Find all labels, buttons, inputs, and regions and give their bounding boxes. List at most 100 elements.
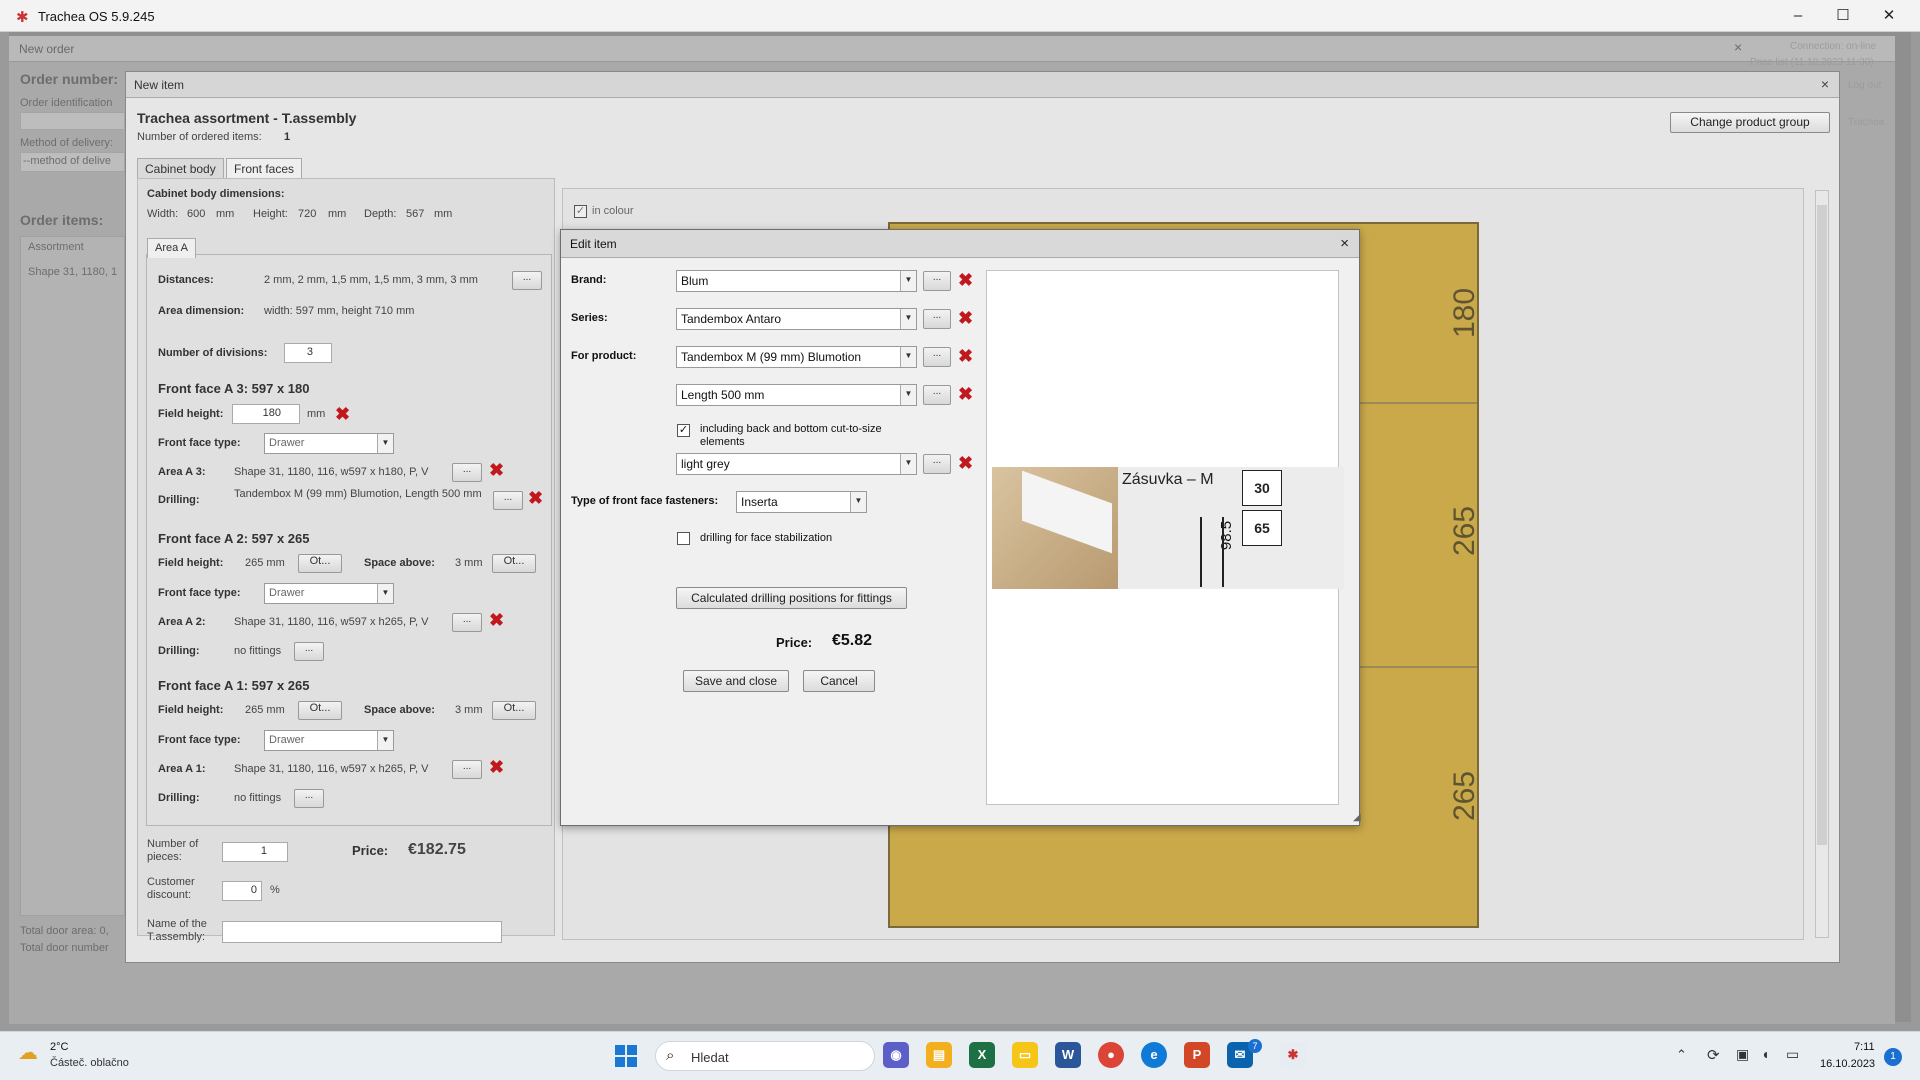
a3-type-select[interactable]: Drawer ▼ bbox=[264, 433, 394, 454]
chrome-icon[interactable]: ● bbox=[1098, 1042, 1124, 1068]
colour-browse-button[interactable]: ... bbox=[923, 454, 951, 474]
network-icon[interactable]: ▣ bbox=[1736, 1046, 1749, 1063]
depth-value: 567 bbox=[406, 208, 425, 220]
powerpoint-icon[interactable]: P bbox=[1184, 1042, 1210, 1068]
file-manager-icon[interactable]: ▤ bbox=[926, 1042, 952, 1068]
brand-browse-button[interactable]: ... bbox=[923, 271, 951, 291]
series-clear-icon[interactable]: ✖ bbox=[958, 309, 973, 327]
minimize-button[interactable]: – bbox=[1775, 4, 1821, 28]
chevron-down-icon: ▼ bbox=[900, 271, 916, 291]
a3-drilling-edit-button[interactable]: ... bbox=[493, 491, 523, 510]
divisions-stepper[interactable]: 3 bbox=[284, 343, 332, 363]
a3-drilling-delete-icon[interactable]: ✖ bbox=[528, 489, 543, 507]
area-dimension-label: Area dimension: bbox=[158, 305, 245, 317]
edit-item-close-icon[interactable]: × bbox=[1340, 235, 1349, 252]
order-item-row[interactable]: Shape 31, 1180, 1 bbox=[28, 266, 117, 278]
product-select[interactable]: Tandembox M (99 mm) Blumotion ▼ bbox=[676, 346, 917, 368]
a2-area-delete-icon[interactable]: ✖ bbox=[489, 611, 504, 629]
length-browse-button[interactable]: ... bbox=[923, 385, 951, 405]
a1-space-options-button[interactable]: Ot... bbox=[492, 701, 536, 720]
new-order-close-icon[interactable]: × bbox=[1734, 39, 1742, 55]
distances-edit-button[interactable]: ... bbox=[512, 271, 542, 290]
chevron-down-icon: ▼ bbox=[900, 347, 916, 367]
including-back-checkbox[interactable]: ✓ bbox=[677, 424, 690, 437]
sync-icon[interactable]: ⟳ bbox=[1707, 1046, 1720, 1064]
close-window-button[interactable]: ✕ bbox=[1866, 4, 1912, 28]
word-icon[interactable]: W bbox=[1055, 1042, 1081, 1068]
fasteners-select[interactable]: Inserta ▼ bbox=[736, 491, 867, 513]
a1-height-options-button[interactable]: Ot... bbox=[298, 701, 342, 720]
weather-icon[interactable]: ☁ bbox=[18, 1040, 38, 1065]
new-item-close-icon[interactable]: × bbox=[1821, 76, 1829, 92]
tab-front-faces[interactable]: Front faces bbox=[226, 158, 303, 178]
chevron-down-icon: ▼ bbox=[900, 454, 916, 474]
resize-grip-icon[interactable]: ◢ bbox=[1353, 812, 1361, 823]
colour-clear-icon[interactable]: ✖ bbox=[958, 454, 973, 472]
notification-badge[interactable]: 1 bbox=[1884, 1048, 1902, 1066]
stabilization-checkbox[interactable] bbox=[677, 532, 690, 545]
method-delivery-select[interactable]: --method of delive bbox=[20, 152, 125, 172]
maximize-button[interactable]: ☐ bbox=[1820, 4, 1866, 28]
assembly-name-input[interactable] bbox=[222, 921, 502, 943]
a3-area-delete-icon[interactable]: ✖ bbox=[489, 461, 504, 479]
volume-icon[interactable]: ◖ bbox=[1761, 1046, 1769, 1062]
excel-icon[interactable]: X bbox=[969, 1042, 995, 1068]
a2-field-height-label: Field height: bbox=[158, 557, 224, 569]
battery-icon[interactable]: ▭ bbox=[1786, 1046, 1799, 1063]
clock-date[interactable]: 16.10.2023 bbox=[1820, 1058, 1875, 1070]
in-colour-checkbox[interactable]: ✓ bbox=[574, 205, 587, 218]
weather-desc[interactable]: Částeč. oblačno bbox=[50, 1057, 129, 1069]
a2-area-edit-button[interactable]: ... bbox=[452, 613, 482, 632]
product-browse-button[interactable]: ... bbox=[923, 347, 951, 367]
discount-input[interactable]: 0 bbox=[222, 881, 262, 901]
order-number-label: Order number: bbox=[20, 71, 119, 87]
discount-label: Customer discount: bbox=[147, 876, 195, 901]
cancel-button[interactable]: Cancel bbox=[803, 670, 875, 692]
a3-height-delete-icon[interactable]: ✖ bbox=[335, 405, 350, 423]
fasteners-label: Type of front face fasteners: bbox=[571, 495, 719, 507]
a3-area-edit-button[interactable]: ... bbox=[452, 463, 482, 482]
save-and-close-button[interactable]: Save and close bbox=[683, 670, 789, 692]
product-clear-icon[interactable]: ✖ bbox=[958, 347, 973, 365]
height-value: 720 bbox=[298, 208, 317, 220]
depth-label: Depth: bbox=[364, 208, 397, 220]
teams-icon[interactable]: ◉ bbox=[883, 1042, 909, 1068]
windows-start-icon[interactable] bbox=[615, 1045, 637, 1067]
length-select[interactable]: Length 500 mm ▼ bbox=[676, 384, 917, 406]
a2-type-select[interactable]: Drawer ▼ bbox=[264, 583, 394, 604]
tab-cabinet-body[interactable]: Cabinet body bbox=[137, 158, 224, 178]
a1-drilling-edit-button[interactable]: ... bbox=[294, 789, 324, 808]
folder-icon[interactable]: ▭ bbox=[1012, 1042, 1038, 1068]
a2-height-options-button[interactable]: Ot... bbox=[298, 554, 342, 573]
length-clear-icon[interactable]: ✖ bbox=[958, 385, 973, 403]
order-identification-input[interactable] bbox=[20, 112, 125, 130]
chevron-up-icon[interactable]: ⌃ bbox=[1676, 1047, 1687, 1063]
new-item-title: New item bbox=[134, 78, 185, 92]
a1-area-edit-button[interactable]: ... bbox=[452, 760, 482, 779]
change-product-group-button[interactable]: Change product group bbox=[1670, 112, 1830, 133]
tab-area-a[interactable]: Area A bbox=[147, 238, 197, 258]
a2-drilling-edit-button[interactable]: ... bbox=[294, 642, 324, 661]
trachea-link[interactable]: Trachea bbox=[1848, 117, 1884, 128]
a1-type-select[interactable]: Drawer ▼ bbox=[264, 730, 394, 751]
brand-clear-icon[interactable]: ✖ bbox=[958, 271, 973, 289]
edge-icon[interactable]: e bbox=[1141, 1042, 1167, 1068]
weather-temp[interactable]: 2°C bbox=[50, 1041, 68, 1053]
a1-area-delete-icon[interactable]: ✖ bbox=[489, 758, 504, 776]
colour-select[interactable]: light grey ▼ bbox=[676, 453, 917, 475]
series-select[interactable]: Tandembox Antaro ▼ bbox=[676, 308, 917, 330]
logout-link[interactable]: Log out bbox=[1848, 80, 1881, 91]
pieces-stepper[interactable]: 1 bbox=[222, 842, 288, 862]
a1-area-label: Area A 1: bbox=[158, 763, 206, 775]
scrollbar-thumb[interactable] bbox=[1817, 205, 1827, 845]
brand-select[interactable]: Blum ▼ bbox=[676, 270, 917, 292]
series-browse-button[interactable]: ... bbox=[923, 309, 951, 329]
taskbar-search[interactable]: ⌕ Hledat bbox=[655, 1041, 875, 1071]
trachea-app-icon[interactable]: ✱ bbox=[1280, 1042, 1306, 1068]
series-label: Series: bbox=[571, 312, 608, 324]
clock-time[interactable]: 7:11 bbox=[1854, 1041, 1875, 1053]
calc-drilling-button[interactable]: Calculated drilling positions for fittin… bbox=[676, 587, 907, 609]
a2-space-options-button[interactable]: Ot... bbox=[492, 554, 536, 573]
a3-field-height-input[interactable]: 180 bbox=[232, 404, 300, 424]
vertical-scrollbar[interactable] bbox=[1815, 190, 1829, 938]
